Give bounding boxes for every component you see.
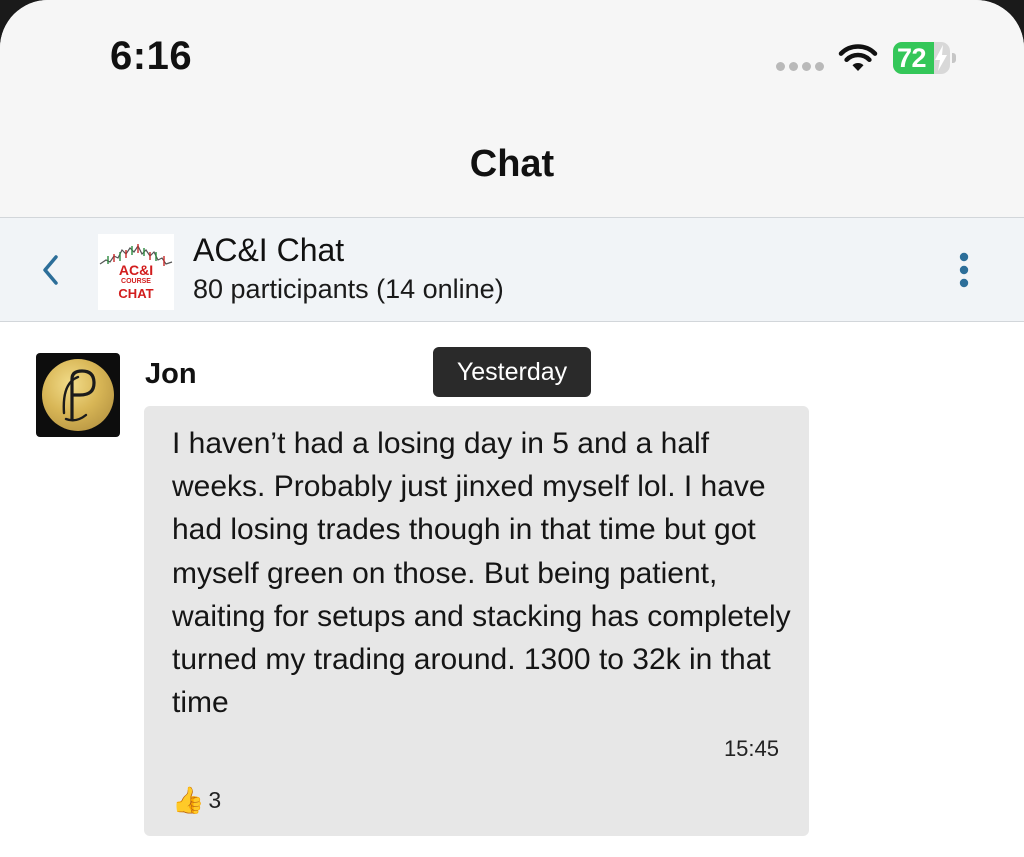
battery-percent: 72 xyxy=(897,43,927,73)
sender-name[interactable]: Jon xyxy=(145,358,197,391)
cellular-signal-icon xyxy=(776,62,824,72)
sender-avatar[interactable] xyxy=(36,353,120,437)
status-time: 6:16 xyxy=(110,34,193,78)
message-text: I haven’t had a losing day in 5 and a ha… xyxy=(172,427,791,720)
message-time: 15:45 xyxy=(723,736,779,761)
battery-indicator: 72 xyxy=(893,42,957,74)
group-avatar[interactable]: AC&I COURSE CHAT xyxy=(98,234,174,310)
charging-bolt-icon xyxy=(935,45,947,71)
more-options-button[interactable] xyxy=(944,248,984,292)
participants-count: 80 participants (14 online) xyxy=(193,274,504,304)
logo-text-main: AC&I xyxy=(118,262,154,278)
wifi-icon xyxy=(838,44,878,71)
message-bubble[interactable]: I haven’t had a losing day in 5 and a ha… xyxy=(144,406,809,836)
chat-name[interactable]: AC&I Chat xyxy=(193,232,344,269)
reaction-count: 3 xyxy=(208,786,222,813)
more-vertical-icon xyxy=(959,252,969,288)
logo-text-chat: CHAT xyxy=(118,286,154,301)
logo-text-sub: COURSE xyxy=(121,278,151,285)
top-bar: 6:16 72 Chat xyxy=(0,0,1024,217)
reaction-badge[interactable]: 👍 3 xyxy=(172,782,221,818)
page-title: Chat xyxy=(469,143,555,185)
chevron-left-icon xyxy=(43,255,58,285)
phone-screen: 6:16 72 Chat AC&I COURSE CHAT AC&I Chat … xyxy=(0,0,1024,857)
monogram-icon xyxy=(62,369,96,422)
thumbs-up-icon: 👍 xyxy=(172,784,205,815)
chat-header[interactable]: AC&I COURSE CHAT AC&I Chat 80 participan… xyxy=(0,217,1024,322)
message-list[interactable]: Yesterday Jon I haven’t had a losing day… xyxy=(0,323,1024,857)
date-separator: Yesterday xyxy=(433,347,591,397)
back-button[interactable] xyxy=(32,248,68,292)
